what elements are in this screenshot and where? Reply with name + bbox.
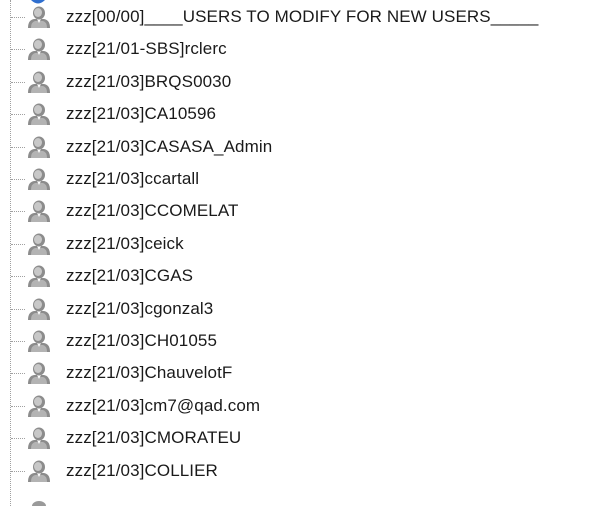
tree-item-label: zzz[21/03]CH01055 (66, 331, 218, 350)
tree-item-user[interactable]: zzz[21/03]CMORATEU (0, 423, 610, 453)
tree-connector-branch (11, 470, 25, 472)
tree-item-user[interactable]: zzz[21/03]CCOMELAT (0, 196, 610, 226)
tree-item-user[interactable]: zzz[21/03]cgonzal3 (0, 294, 610, 324)
user-icon (28, 427, 50, 450)
tree-connector-branch (11, 17, 25, 18)
tree-item-label: zzz[21/03]COLLIER (66, 460, 218, 480)
tree-item-user[interactable]: zzz[21/03]CASASA_Admin (0, 132, 610, 162)
user-icon (28, 265, 50, 288)
tree-item-user[interactable]: zzz[21/03]BRQS0030 (0, 67, 610, 97)
user-icon (28, 233, 50, 255)
user-icon (28, 362, 50, 385)
tree-connector-branch (11, 405, 25, 407)
tree-item-user[interactable]: zzz[21/03]CH01055 (0, 326, 610, 356)
tree-connector-branch (11, 49, 25, 51)
user-icon (28, 136, 50, 158)
tree-item-label: zzz[21/03]CA10596 (66, 104, 217, 124)
user-icon (28, 38, 50, 61)
tree-connector-branch (11, 179, 25, 180)
tree-item-user[interactable]: zzz[21/03]ccartall (0, 164, 610, 194)
user-icon (28, 168, 50, 190)
tree-item-user[interactable]: zzz[21/03]ChauvelotF (0, 358, 610, 388)
tree-item-label: zzz[21/03]CCOMELAT (66, 201, 239, 221)
tree-connector-branch (11, 243, 25, 245)
tree-item-user[interactable]: zzz[21/03]cm7@qad.com (0, 391, 610, 421)
tree-item-label: zzz[21/03]CGAS (66, 266, 194, 286)
tree-item-user[interactable]: zzz[21/03]CA10596 (0, 99, 610, 129)
tree-connector-branch (11, 373, 25, 375)
tree-item-label: zzz[21/03]ceick (66, 233, 184, 253)
tree-connector-branch (11, 276, 25, 278)
tree-connector-branch (11, 211, 25, 213)
tree-connector-branch (11, 114, 25, 116)
tree-connector-branch (11, 146, 25, 148)
tree-item-label: zzz[21/03]CASASA_Admin (66, 136, 273, 156)
user-icon (28, 298, 50, 320)
tree-item-user[interactable]: zzz[21/03]ceick (0, 229, 610, 259)
user-icon (28, 71, 50, 93)
tree-connector-branch (11, 341, 25, 342)
user-icon (28, 330, 50, 352)
tree-connector-branch (11, 438, 25, 440)
tree-connector-branch (11, 81, 25, 83)
tree-item-label: zzz[21/03]ccartall (66, 169, 200, 188)
tree-connector-branch (11, 308, 25, 310)
user-icon (28, 200, 50, 223)
tree-item-label: zzz[21/03]CMORATEU (66, 428, 242, 448)
user-icon (28, 460, 50, 482)
tree-item-label: zzz[00/00]____USERS TO MODIFY FOR NEW US… (66, 7, 539, 26)
tree-item-user[interactable]: zzz[21/03]CGAS (0, 261, 610, 291)
tree-item-label: zzz[21/03]cm7@qad.com (66, 395, 261, 415)
tree-item-label: zzz[21/01-SBS]rclerc (66, 39, 227, 59)
tree-item-user[interactable]: zzz[00/00]____USERS TO MODIFY FOR NEW US… (0, 2, 610, 32)
partial-user-icon-bottom (32, 501, 46, 506)
tree-item-user[interactable]: zzz[21/03]COLLIER (0, 456, 610, 486)
tree-item-label: zzz[21/03]BRQS0030 (66, 71, 232, 91)
tree-item-user[interactable]: zzz[21/01-SBS]rclerc (0, 34, 610, 64)
user-tree-view[interactable]: zzz[00/00]____USERS TO MODIFY FOR NEW US… (0, 0, 610, 506)
tree-item-label: zzz[21/03]ChauvelotF (66, 363, 233, 383)
tree-item-label: zzz[21/03]cgonzal3 (66, 298, 214, 318)
user-icon (28, 395, 50, 417)
user-icon (28, 6, 50, 28)
user-icon (28, 103, 50, 126)
